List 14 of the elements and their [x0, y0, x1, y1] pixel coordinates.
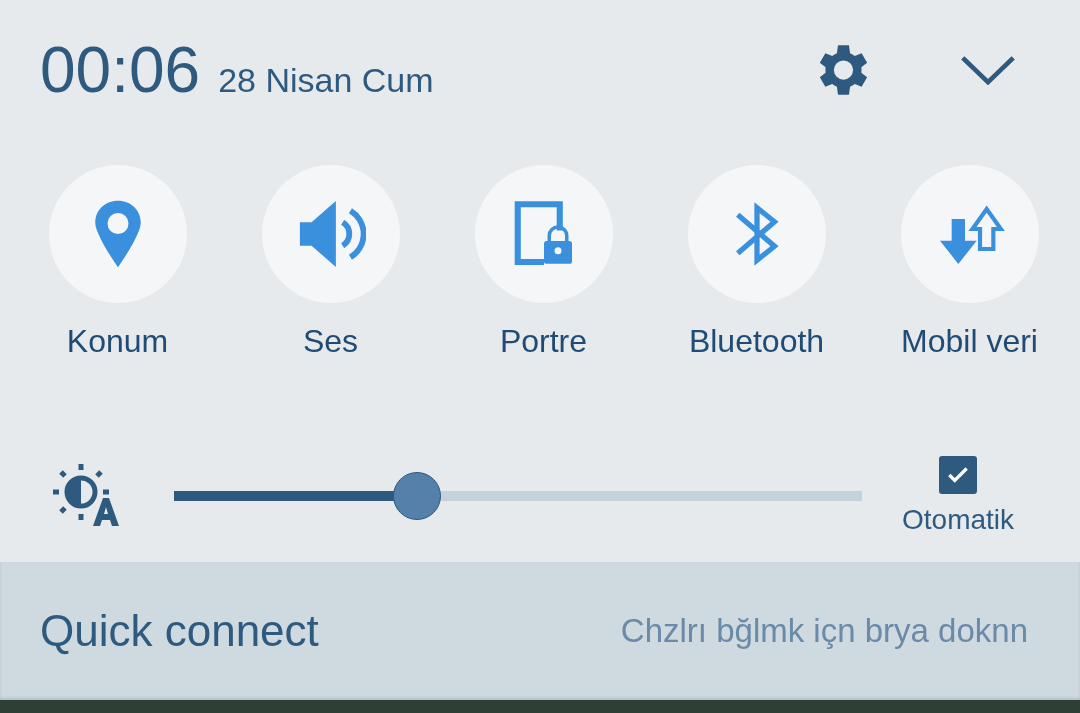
toggle-label: Mobil veri	[900, 322, 1039, 361]
toggle-label: Ses	[301, 322, 360, 361]
quick-connect-hint: Chzlrı bğlmk içn brya doknn	[620, 612, 1028, 650]
slider-thumb[interactable]	[392, 472, 441, 520]
quick-connect-bar[interactable]: Quick connect Chzlrı bğlmk içn brya doknn	[0, 562, 1080, 700]
toggle-label: Konum	[65, 322, 170, 361]
quick-connect-title: Quick connect	[40, 606, 319, 656]
date-text: 28 Nisan Cum	[218, 61, 434, 100]
toggle-label: Portre	[498, 322, 589, 361]
clock-time: 00:06	[40, 33, 201, 107]
toggle-label: Bluetooth	[687, 322, 826, 361]
auto-checkbox[interactable]	[939, 456, 977, 494]
auto-label: Otomatik	[902, 504, 1015, 536]
collapse-chevron-icon[interactable]	[960, 55, 1016, 85]
